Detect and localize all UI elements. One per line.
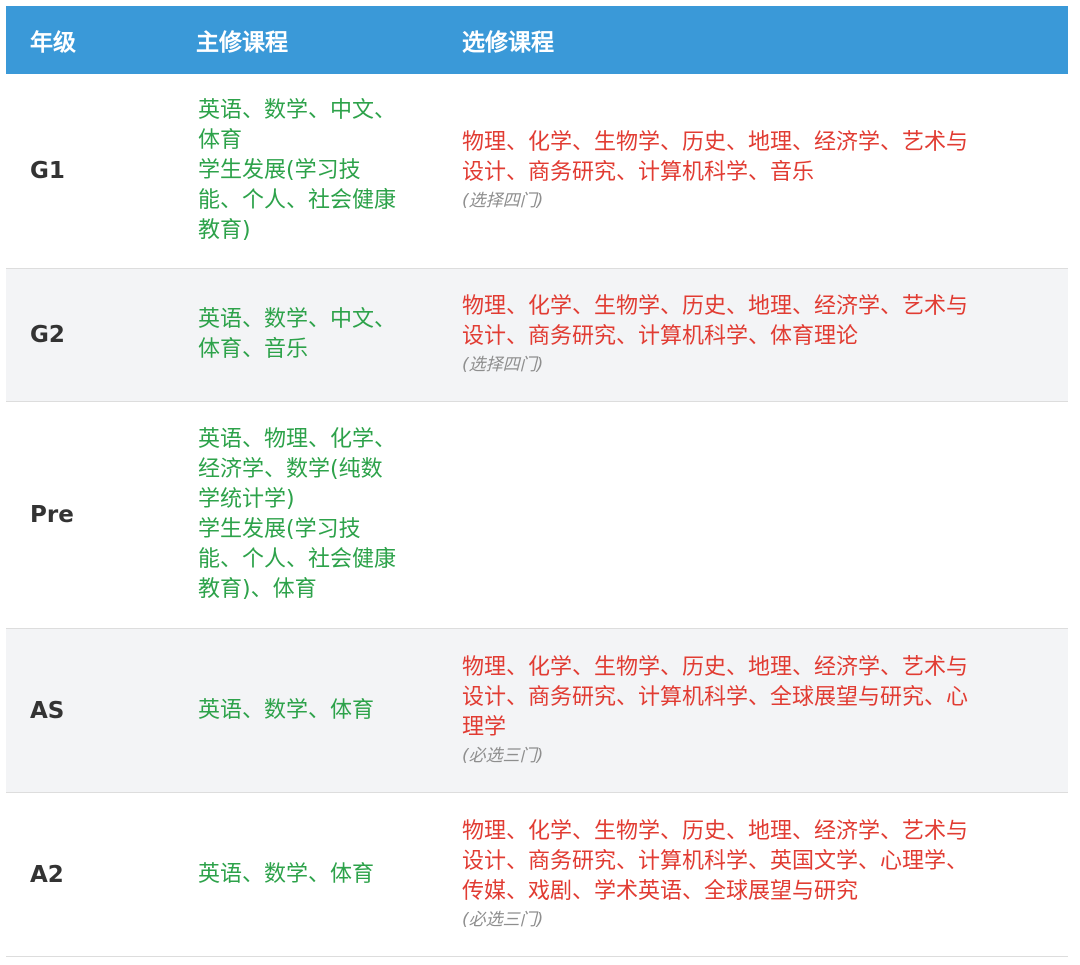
elective-note: (必选三门) xyxy=(462,909,544,930)
elective-course-line: 理学 xyxy=(462,714,507,740)
table-row-pre: Pre 英语、物理、化学、 经济学、数学(纯数 学统计学) 学生发展(学习技 能… xyxy=(6,402,1068,629)
main-course-line: 体育 xyxy=(198,128,243,153)
elective-courses-cell: 物理、化学、生物学、历史、地理、经济学、艺术与 设计、商务研究、计算机科学、全球… xyxy=(460,653,1068,769)
elective-course-line: 设计、商务研究、计算机科学、全球展望与研究、心 xyxy=(462,684,969,710)
main-course-line: 英语、数学、体育 xyxy=(198,697,375,723)
main-course-line: 能、个人、社会健康 xyxy=(198,547,397,572)
main-course-line: 教育)、体育 xyxy=(198,577,317,602)
elective-course-line: 物理、化学、生物学、历史、地理、经济学、艺术与 xyxy=(462,818,969,844)
main-courses-cell: 英语、物理、化学、 经济学、数学(纯数 学统计学) 学生发展(学习技 能、个人、… xyxy=(190,425,460,605)
table-row-g1: G1 英语、数学、中文、 体育 学生发展(学习技 能、个人、社会健康 教育) 物… xyxy=(6,74,1068,269)
main-course-line: 学生发展(学习技 xyxy=(198,517,361,542)
main-courses-cell: 英语、数学、中文、 体育 学生发展(学习技 能、个人、社会健康 教育) xyxy=(190,96,460,246)
grade-cell: AS xyxy=(30,697,65,724)
elective-course-line: 设计、商务研究、计算机科学、音乐 xyxy=(462,160,815,185)
elective-course-line: 物理、化学、生物学、历史、地理、经济学、艺术与 xyxy=(462,294,969,319)
elective-course-line: 设计、商务研究、计算机科学、英国文学、心理学、 xyxy=(462,848,969,874)
elective-course-line: 传媒、戏剧、学术英语、全球展望与研究 xyxy=(462,878,859,904)
main-course-line: 英语、物理、化学、 xyxy=(198,427,397,452)
grade-cell: G2 xyxy=(30,322,65,348)
main-course-line: 英语、数学、体育 xyxy=(198,861,375,887)
elective-course-line: 物理、化学、生物学、历史、地理、经济学、艺术与 xyxy=(462,654,969,680)
course-table: 年级 主修课程 选修课程 G1 英语、数学、中文、 体育 学生发展(学习技 能、… xyxy=(6,6,1068,957)
main-courses-cell: 英语、数学、体育 xyxy=(190,860,460,890)
main-course-line: 体育、音乐 xyxy=(198,337,309,362)
elective-course-line: 物理、化学、生物学、历史、地理、经济学、艺术与 xyxy=(462,130,969,155)
main-courses-cell: 英语、数学、体育 xyxy=(190,696,460,726)
main-course-line: 经济学、数学(纯数 xyxy=(198,457,383,482)
elective-note: (必选三门) xyxy=(462,745,544,766)
grade-cell: A2 xyxy=(30,861,64,888)
main-course-line: 学生发展(学习技 xyxy=(198,158,361,183)
table-row-as: AS 英语、数学、体育 物理、化学、生物学、历史、地理、经济学、艺术与 设计、商… xyxy=(6,629,1068,793)
elective-course-line: 设计、商务研究、计算机科学、体育理论 xyxy=(462,324,859,349)
main-courses-cell: 英语、数学、中文、 体育、音乐 xyxy=(190,305,460,365)
main-course-line: 英语、数学、中文、 xyxy=(198,307,397,332)
elective-courses-cell: 物理、化学、生物学、历史、地理、经济学、艺术与 设计、商务研究、计算机科学、英国… xyxy=(460,817,1068,933)
table-row-a2: A2 英语、数学、体育 物理、化学、生物学、历史、地理、经济学、艺术与 设计、商… xyxy=(6,793,1068,957)
main-course-line: 英语、数学、中文、 xyxy=(198,98,397,123)
header-grade: 年级 xyxy=(30,30,76,56)
grade-cell: Pre xyxy=(30,502,74,528)
header-main-courses: 主修课程 xyxy=(196,30,288,56)
table-header: 年级 主修课程 选修课程 xyxy=(6,6,1068,74)
header-elective-courses: 选修课程 xyxy=(462,30,554,56)
elective-courses-cell: 物理、化学、生物学、历史、地理、经济学、艺术与 设计、商务研究、计算机科学、体育… xyxy=(460,292,1068,378)
elective-courses-cell: 物理、化学、生物学、历史、地理、经济学、艺术与 设计、商务研究、计算机科学、音乐… xyxy=(460,128,1068,214)
elective-note: (选择四门) xyxy=(462,355,544,375)
main-course-line: 学统计学) xyxy=(198,487,295,512)
table-row-g2: G2 英语、数学、中文、 体育、音乐 物理、化学、生物学、历史、地理、经济学、艺… xyxy=(6,269,1068,402)
main-course-line: 教育) xyxy=(198,218,251,243)
elective-note: (选择四门) xyxy=(462,191,544,211)
grade-cell: G1 xyxy=(30,158,65,184)
main-course-line: 能、个人、社会健康 xyxy=(198,188,397,213)
